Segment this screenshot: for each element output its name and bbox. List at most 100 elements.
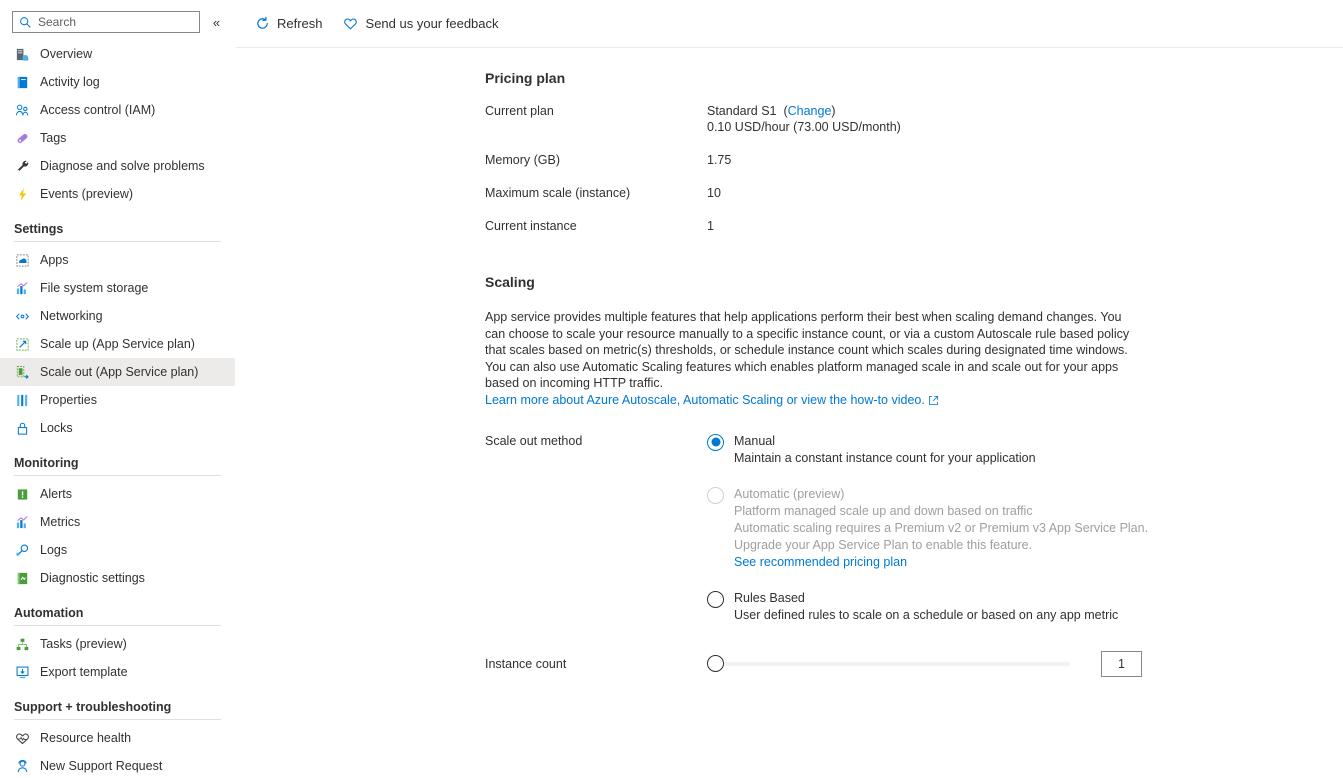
sidebar-group-title: Monitoring <box>14 456 79 470</box>
scale-out-method-options: Manual Maintain a constant instance coun… <box>707 433 1148 624</box>
main-content: Refresh Send us your feedback Pricing pl… <box>236 0 1343 778</box>
current-plan-label: Current plan <box>485 104 554 118</box>
option-automatic-upgrade-note: Upgrade your App Service Plan to enable … <box>734 537 1033 552</box>
sidebar-group-title: Settings <box>14 222 64 236</box>
option-automatic-title: Automatic (preview) <box>734 486 845 501</box>
send-feedback-button[interactable]: Send us your feedback <box>335 9 507 39</box>
sidebar-group-settings: Settings <box>0 208 235 242</box>
sidebar-item-label: Resource health <box>40 731 132 745</box>
option-rules-based-desc: User defined rules to scale on a schedul… <box>734 607 1119 622</box>
scaling-description: App service provides multiple features t… <box>485 310 1130 390</box>
scaling-learn-more-line: Learn more about Azure Autoscale, Automa… <box>485 392 1185 411</box>
scale-out-icon <box>14 364 30 380</box>
sidebar-item-locks[interactable]: Locks <box>0 414 235 442</box>
option-rules-based-title: Rules Based <box>734 590 805 605</box>
sidebar-group-support: Support + troubleshooting <box>0 686 235 720</box>
scaling-section: Scaling App service provides multiple fe… <box>236 274 1343 677</box>
recommended-pricing-plan-link[interactable]: See recommended pricing plan <box>734 555 907 569</box>
learn-more-link[interactable]: Learn more about Azure Autoscale, Automa… <box>485 393 925 407</box>
divider <box>14 625 221 626</box>
search-icon <box>19 16 32 29</box>
max-scale-value: 10 <box>707 186 721 200</box>
slider-track <box>716 661 1070 666</box>
sidebar-item-resource-health[interactable]: Resource health <box>0 724 235 752</box>
azure-portal-scale-out-page: « Overview <box>0 0 1343 778</box>
instance-count-control: 1 <box>707 650 1142 677</box>
sidebar-item-tags[interactable]: Tags <box>0 124 235 152</box>
option-automatic-body: Automatic (preview) Platform managed sca… <box>734 486 1148 571</box>
sidebar-group-automation: Automation <box>0 592 235 626</box>
support-person-icon <box>14 758 30 774</box>
sidebar-nav: Overview Activity log Access control (IA… <box>0 40 235 778</box>
heart-pulse-icon <box>14 730 30 746</box>
sidebar-item-file-system-storage[interactable]: File system storage <box>0 274 235 302</box>
scale-up-icon <box>14 336 30 352</box>
heart-icon <box>343 16 359 32</box>
instance-count-input[interactable]: 1 <box>1101 650 1142 677</box>
metrics-icon <box>14 514 30 530</box>
export-template-icon <box>14 664 30 680</box>
option-automatic-requirement: Automatic scaling requires a Premium v2 … <box>734 520 1149 535</box>
sidebar-item-label: Diagnose and solve problems <box>40 159 205 173</box>
chart-icon <box>14 280 30 296</box>
search-box[interactable] <box>12 11 200 33</box>
sidebar-item-tasks[interactable]: Tasks (preview) <box>0 630 235 658</box>
change-plan-link[interactable]: Change <box>788 104 832 118</box>
sidebar-item-scale-out[interactable]: Scale out (App Service plan) <box>0 358 235 386</box>
current-plan-row: Current plan Standard S1 (Change) 0.10 U… <box>485 103 1343 135</box>
memory-label: Memory (GB) <box>485 153 560 167</box>
sidebar-item-label: Alerts <box>40 487 72 501</box>
sidebar-item-label: Export template <box>40 665 128 679</box>
tasks-icon <box>14 636 30 652</box>
wrench-icon <box>14 158 30 174</box>
sidebar-item-logs[interactable]: Logs <box>0 536 235 564</box>
option-rules-based[interactable]: Rules Based User defined rules to scale … <box>707 590 1148 624</box>
sidebar-item-overview[interactable]: Overview <box>0 40 235 68</box>
resource-menu-sidebar: « Overview <box>0 0 236 778</box>
option-automatic-desc: Platform managed scale up and down based… <box>734 503 1033 518</box>
refresh-icon <box>254 16 270 32</box>
sidebar-item-properties[interactable]: Properties <box>0 386 235 414</box>
instance-count-label: Instance count <box>485 656 567 671</box>
radio-rules-based[interactable] <box>707 590 724 608</box>
sidebar-group-title: Automation <box>14 606 84 620</box>
sidebar-item-activity-log[interactable]: Activity log <box>0 68 235 96</box>
divider <box>14 241 221 242</box>
sidebar-item-apps[interactable]: Apps <box>0 246 235 274</box>
lock-icon <box>14 420 30 436</box>
option-rules-based-body: Rules Based User defined rules to scale … <box>734 590 1118 624</box>
sidebar-group-monitoring: Monitoring <box>0 442 235 476</box>
sidebar-item-access-control[interactable]: Access control (IAM) <box>0 96 235 124</box>
sidebar-item-scale-up[interactable]: Scale up (App Service plan) <box>0 330 235 358</box>
sidebar-item-export-template[interactable]: Export template <box>0 658 235 686</box>
sidebar-item-metrics[interactable]: Metrics <box>0 508 235 536</box>
sidebar-item-events[interactable]: Events (preview) <box>0 180 235 208</box>
diagnostic-settings-icon <box>14 570 30 586</box>
memory-value: 1.75 <box>707 153 732 167</box>
current-instance-label: Current instance <box>485 219 577 233</box>
option-manual[interactable]: Manual Maintain a constant instance coun… <box>707 433 1148 467</box>
sidebar-item-label: New Support Request <box>40 759 163 773</box>
option-manual-body: Manual Maintain a constant instance coun… <box>734 433 1036 467</box>
refresh-button[interactable]: Refresh <box>246 9 331 39</box>
max-scale-label: Maximum scale (instance) <box>485 186 631 200</box>
radio-manual[interactable] <box>707 433 724 451</box>
sidebar-item-label: Scale up (App Service plan) <box>40 337 195 351</box>
sidebar-item-new-support-request[interactable]: New Support Request <box>0 752 235 778</box>
slider-thumb[interactable] <box>707 655 724 672</box>
sidebar-item-alerts[interactable]: Alerts <box>0 480 235 508</box>
instance-count-row: Instance count 1 <box>485 650 1343 677</box>
apps-icon <box>14 252 30 268</box>
sidebar-item-diagnose[interactable]: Diagnose and solve problems <box>0 152 235 180</box>
sidebar-item-networking[interactable]: Networking <box>0 302 235 330</box>
page-content: Pricing plan Current plan Standard S1 (C… <box>236 48 1343 677</box>
sidebar-item-diagnostic-settings[interactable]: Diagnostic settings <box>0 564 235 592</box>
divider <box>14 719 221 720</box>
current-instance-value: 1 <box>707 219 714 233</box>
instance-count-slider[interactable] <box>707 654 1070 674</box>
external-link-icon <box>928 394 939 411</box>
sidebar-item-label: Overview <box>40 47 93 61</box>
send-feedback-label: Send us your feedback <box>365 16 499 31</box>
search-input[interactable] <box>38 15 193 29</box>
collapse-sidebar-button[interactable]: « <box>206 11 227 33</box>
